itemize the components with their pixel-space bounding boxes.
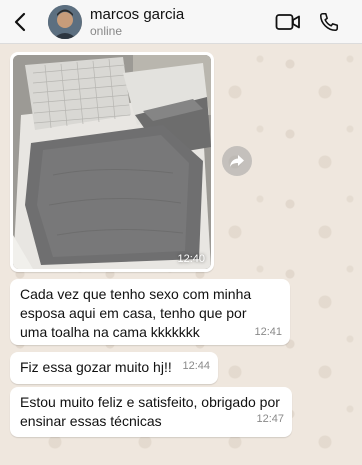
avatar[interactable] bbox=[48, 5, 82, 39]
contact-status: online bbox=[90, 24, 123, 38]
phone-icon bbox=[319, 12, 339, 32]
message-timestamp: 12:44 bbox=[182, 360, 210, 372]
chevron-left-icon bbox=[14, 12, 26, 32]
video-call-button[interactable] bbox=[275, 12, 301, 32]
image-timestamp: 12:40 bbox=[177, 253, 205, 265]
message-bubble[interactable]: Fiz essa gozar muito hj!! 12:44 bbox=[10, 352, 218, 384]
avatar-photo bbox=[48, 5, 82, 39]
back-button[interactable] bbox=[8, 8, 32, 36]
chat-header: marcos garcia online bbox=[0, 0, 362, 44]
message-text: Cada vez que tenho sexo com minha esposa… bbox=[20, 286, 252, 340]
forward-arrow-icon bbox=[230, 155, 244, 167]
image-message[interactable]: 12:40 bbox=[10, 52, 214, 272]
message-bubble[interactable]: Estou muito feliz e satisfeito, obrigado… bbox=[10, 387, 292, 437]
bed-photo[interactable]: 12:40 bbox=[13, 55, 211, 269]
bed-photo-image bbox=[13, 55, 211, 269]
message-timestamp: 12:41 bbox=[254, 326, 282, 338]
voice-call-button[interactable] bbox=[318, 11, 340, 33]
message-bubble[interactable]: Cada vez que tenho sexo com minha esposa… bbox=[10, 279, 290, 345]
message-text: Fiz essa gozar muito hj!! bbox=[20, 359, 172, 375]
video-camera-icon bbox=[275, 14, 300, 30]
contact-name[interactable]: marcos garcia bbox=[90, 6, 184, 23]
message-text: Estou muito feliz e satisfeito, obrigado… bbox=[20, 394, 280, 429]
message-timestamp: 12:47 bbox=[256, 413, 284, 425]
forward-button[interactable] bbox=[222, 146, 252, 176]
